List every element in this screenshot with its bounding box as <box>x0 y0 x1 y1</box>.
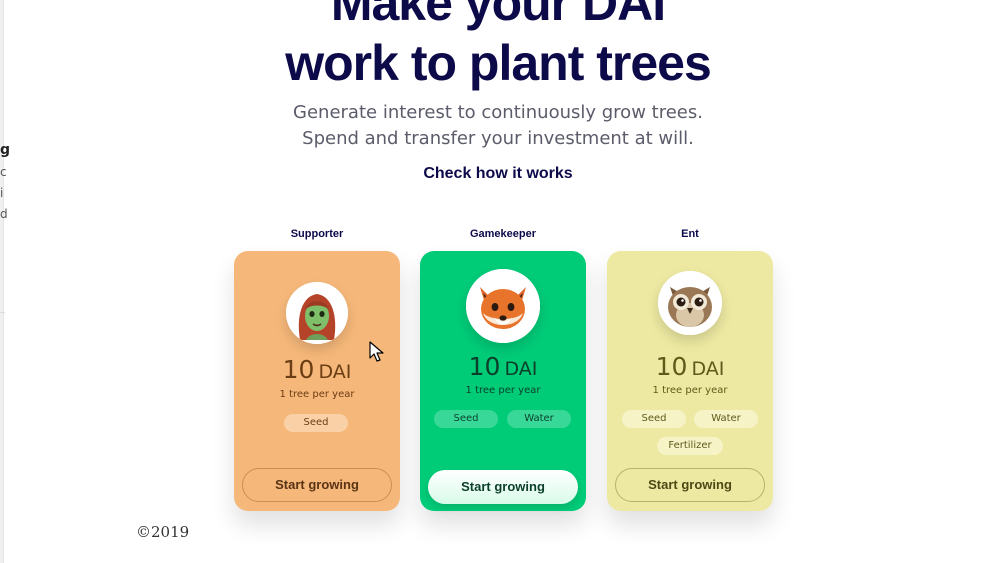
left-fragment: d <box>0 207 8 221</box>
tree-rate: 1 tree per year <box>465 385 541 396</box>
hero-title-line-1: Make your DAI <box>330 0 666 31</box>
tier-label-gamekeeper: Gamekeeper <box>469 228 537 240</box>
tag-fertilizer: Fertilizer <box>657 437 723 455</box>
start-growing-button[interactable]: Start growing <box>242 468 392 502</box>
amount-value: 10 <box>468 352 501 381</box>
amount-unit: DAI <box>318 361 352 383</box>
hero-subtitle-line-2: Spend and transfer your investment at wi… <box>302 128 694 149</box>
amount-unit: DAI <box>691 358 725 380</box>
mouse-cursor-icon <box>369 341 384 362</box>
tree-rate: 1 tree per year <box>652 385 728 396</box>
amount-value: 10 <box>282 355 315 384</box>
tree-rate: 1 tree per year <box>279 389 355 400</box>
amount-value: 10 <box>655 352 688 381</box>
deposit-amount: 10 DAI <box>607 352 773 381</box>
tag-seed: Seed <box>622 410 686 428</box>
fox-memoji-icon <box>466 269 540 343</box>
tag-seed: Seed <box>284 414 348 432</box>
girl-memoji-icon <box>286 282 348 344</box>
tag-water: Water <box>694 410 758 428</box>
tier-label-supporter: Supporter <box>290 228 344 240</box>
deposit-amount: 10 DAI <box>420 352 586 381</box>
start-growing-button[interactable]: Start growing <box>428 470 578 504</box>
start-growing-button[interactable]: Start growing <box>615 468 765 502</box>
left-divider <box>0 312 5 313</box>
check-how-it-works-link[interactable]: Check how it works <box>0 165 996 183</box>
amount-unit: DAI <box>504 358 538 380</box>
tag-seed: Seed <box>434 410 498 428</box>
tier-label-ent: Ent <box>681 228 699 240</box>
copyright-text: ©2019 <box>136 523 190 541</box>
tier-card-ent[interactable]: 10 DAI 1 tree per year Seed Water Fertili… <box>607 251 773 511</box>
hero-subtitle-line-1: Generate interest to continuously grow t… <box>293 102 703 123</box>
left-fragment: i <box>0 186 4 200</box>
tier-card-supporter[interactable]: 10 DAI 1 tree per year Seed Start growing <box>234 251 400 511</box>
tag-water: Water <box>507 410 571 428</box>
hero-title-line-2: work to plant trees <box>285 35 712 91</box>
owl-memoji-icon <box>658 271 722 335</box>
tier-card-gamekeeper[interactable]: 10 DAI 1 tree per year Seed Water Start g… <box>420 251 586 511</box>
